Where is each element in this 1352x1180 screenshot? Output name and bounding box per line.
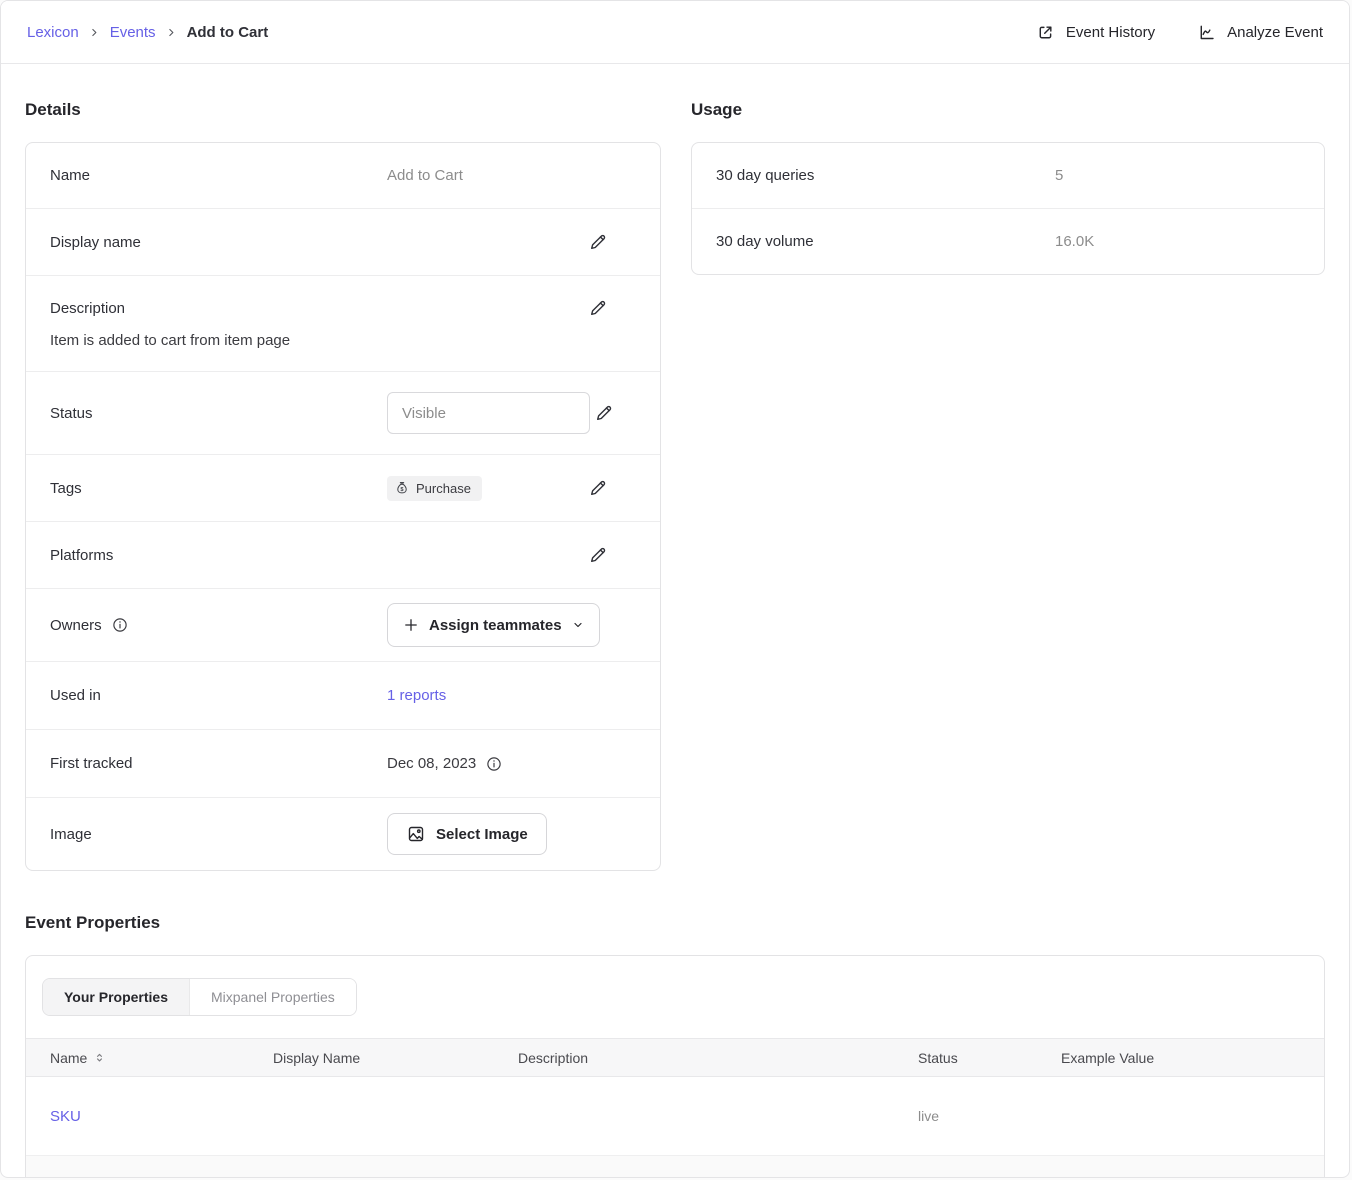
assign-teammates-label: Assign teammates [429,617,562,634]
description-label: Description [50,300,125,317]
status-label: Status [50,405,387,422]
detail-row-owners: Owners [26,588,660,661]
select-image-label: Select Image [436,826,528,843]
owners-label: Owners [50,616,387,634]
pencil-icon [594,403,614,423]
top-actions: Event History Analyze Event [1036,23,1323,42]
column-description: Description [518,1050,918,1066]
first-tracked-label: First tracked [50,755,387,772]
details-card: Name Add to Cart Display name [25,142,661,871]
sort-arrows-icon [93,1051,106,1064]
money-bag-icon: $ [395,481,409,495]
main-content: Details Name Add to Cart Display name [1,64,1349,1178]
tag-purchase[interactable]: $ Purchase [387,476,482,501]
info-icon[interactable] [111,616,129,634]
detail-row-tags: Tags $ Purchase [26,454,660,521]
pencil-icon [588,232,608,252]
tab-mixpanel-properties[interactable]: Mixpanel Properties [190,979,356,1015]
property-name-link[interactable]: SKU [26,1108,273,1125]
tab-your-properties[interactable]: Your Properties [43,979,190,1015]
app-frame: Lexicon Events Add to Cart Event History [0,0,1350,1178]
top-bar: Lexicon Events Add to Cart Event History [1,1,1349,64]
tag-label: Purchase [416,481,471,496]
detail-row-first-tracked: First tracked Dec 08, 2023 [26,729,660,797]
pencil-icon [588,298,608,318]
name-label: Name [50,167,387,184]
properties-tab-group: Your Properties Mixpanel Properties [42,978,357,1016]
queries-label: 30 day queries [716,167,1055,184]
event-properties-title: Event Properties [25,913,1325,933]
detail-row-name: Name Add to Cart [26,143,660,208]
description-value: Item is added to cart from item page [50,332,636,349]
chevron-down-icon [572,619,584,631]
event-history-button[interactable]: Event History [1036,23,1155,42]
detail-row-display-name: Display name [26,208,660,275]
select-image-button[interactable]: Select Image [387,813,547,855]
edit-description-button[interactable] [584,294,612,322]
usage-card: 30 day queries 5 30 day volume 16.0K [691,142,1325,275]
edit-tags-button[interactable] [584,474,612,502]
volume-label: 30 day volume [716,233,1055,250]
column-status: Status [918,1050,1061,1066]
used-in-label: Used in [50,687,387,704]
property-row-sku[interactable]: SKU live [26,1077,1324,1155]
edit-platforms-button[interactable] [584,541,612,569]
pencil-icon [588,545,608,565]
analyze-event-label: Analyze Event [1227,24,1323,41]
info-icon[interactable] [485,755,503,773]
usage-section: Usage 30 day queries 5 30 day volume 16.… [691,88,1325,275]
properties-tabs-wrap: Your Properties Mixpanel Properties [26,956,1324,1038]
event-properties-section: Event Properties Your Properties Mixpane… [25,913,1325,1178]
display-name-label: Display name [50,234,387,251]
event-properties-card: Your Properties Mixpanel Properties Name [25,955,1325,1178]
external-link-icon [1036,23,1055,42]
detail-row-description: Description Item is added to ca [26,275,660,371]
queries-value: 5 [1055,167,1063,184]
property-status: live [918,1108,1061,1124]
pencil-icon [588,478,608,498]
usage-title: Usage [691,100,1325,120]
edit-display-name-button[interactable] [584,228,612,256]
event-history-label: Event History [1066,24,1155,41]
column-display-name: Display Name [273,1050,518,1066]
used-in-reports-link[interactable]: 1 reports [387,687,446,704]
detail-row-platforms: Platforms [26,521,660,588]
owners-label-text: Owners [50,617,102,634]
breadcrumb: Lexicon Events Add to Cart [27,24,268,41]
image-label: Image [50,826,387,843]
column-example-value: Example Value [1061,1050,1324,1066]
tags-label: Tags [50,480,387,497]
analyze-event-button[interactable]: Analyze Event [1197,23,1323,42]
image-icon [406,824,426,844]
details-title: Details [25,100,661,120]
column-name: Name [50,1050,87,1066]
name-value: Add to Cart [387,167,463,184]
detail-row-used-in: Used in 1 reports [26,661,660,729]
breadcrumb-current: Add to Cart [187,24,269,41]
platforms-label: Platforms [50,547,387,564]
breadcrumb-link-events[interactable]: Events [110,24,156,41]
sort-name-button[interactable] [93,1051,106,1064]
property-row-scroll[interactable]: Scroll % live [26,1155,1324,1178]
usage-row-volume: 30 day volume 16.0K [692,208,1324,274]
chevron-right-icon [89,27,100,38]
breadcrumb-link-lexicon[interactable]: Lexicon [27,24,79,41]
details-section: Details Name Add to Cart Display name [25,88,661,871]
assign-teammates-button[interactable]: Assign teammates [387,603,600,647]
edit-status-button[interactable] [590,399,618,427]
chevron-right-icon [166,27,177,38]
first-tracked-value: Dec 08, 2023 [387,755,476,772]
plus-icon [403,617,419,633]
volume-value: 16.0K [1055,233,1094,250]
detail-row-image: Image Select Image [26,797,660,870]
line-chart-icon [1197,23,1216,42]
status-input[interactable] [387,392,590,434]
properties-table-header: Name Display Name Description Status Exa [26,1038,1324,1077]
usage-row-queries: 30 day queries 5 [692,143,1324,208]
detail-row-status: Status [26,371,660,454]
